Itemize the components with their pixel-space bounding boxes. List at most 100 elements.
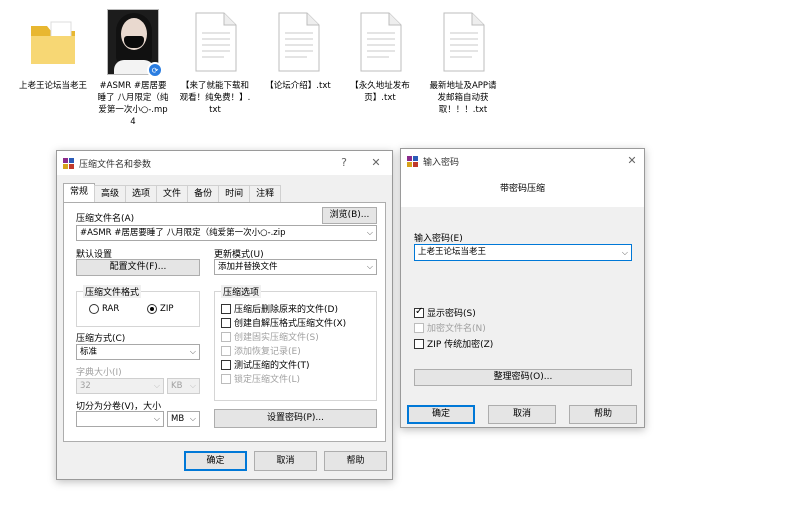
update-mode-select[interactable]: 添加并替换文件 ⌵: [214, 259, 377, 275]
archive-name-value: #ASMR #居居要睡了 八月限定（纯爱第一次小○-.zip: [80, 228, 286, 238]
update-mode-value: 添加并替换文件: [218, 262, 278, 272]
encrypt-filenames-checkbox[interactable]: 加密文件名(N): [414, 321, 486, 334]
solid-archive-label: 创建固实压缩文件(S): [234, 333, 319, 343]
split-size-combobox[interactable]: ⌵: [76, 411, 164, 427]
chevron-down-icon: ⌵: [366, 262, 373, 271]
tab-backup[interactable]: 备份: [187, 185, 220, 202]
chevron-down-icon: ⌵: [621, 248, 628, 257]
dictionary-size-select[interactable]: 32 ⌵: [76, 378, 164, 394]
compression-method-value: 标准: [80, 347, 98, 357]
text-file-icon: [360, 12, 402, 72]
create-sfx-label: 创建自解压格式压缩文件(X): [234, 319, 347, 329]
text-file-icon-wrap: [438, 8, 488, 76]
cancel-button[interactable]: 取消: [488, 405, 556, 424]
recovery-record-checkbox[interactable]: 添加恢复记录(E): [221, 344, 301, 357]
winrar-icon: [63, 157, 74, 169]
help-button[interactable]: 帮助: [324, 451, 387, 471]
delete-after-checkbox[interactable]: 压缩后删除原来的文件(D): [221, 302, 338, 315]
archive-options-group: 压缩选项 压缩后删除原来的文件(D) 创建自解压格式压缩文件(X) 创建固实压缩…: [214, 285, 377, 401]
format-zip-radio[interactable]: ZIP: [147, 304, 173, 314]
dictionary-size-label: 字典大小(I): [76, 368, 122, 378]
zip-legacy-label: ZIP 传统加密(Z): [427, 340, 494, 350]
checkbox-box: [221, 331, 231, 342]
archive-name-combobox[interactable]: #ASMR #居居要睡了 八月限定（纯爱第一次小○-.zip ⌵: [76, 225, 377, 241]
tab-time[interactable]: 时间: [218, 185, 251, 202]
password-value: 上老王论坛当老王: [418, 247, 487, 257]
desktop-icon-txt-3[interactable]: 【永久地址发布页】.txt: [343, 8, 417, 104]
checkbox-box: [221, 303, 231, 314]
dictionary-size-value: 32: [80, 381, 91, 391]
text-file-icon-wrap: [273, 8, 323, 76]
archive-dialog: 压缩文件名和参数 ? ✕ 常规 高级 选项 文件 备份 时间 注释 压缩文件名(…: [56, 150, 393, 480]
show-password-checkbox[interactable]: 显示密码(S): [414, 306, 476, 319]
cancel-button[interactable]: 取消: [254, 451, 317, 471]
archive-format-title: 压缩文件格式: [83, 285, 142, 298]
organize-passwords-button[interactable]: 整理密码(O)...: [414, 369, 632, 386]
archive-name-label: 压缩文件名(A): [76, 214, 135, 224]
desktop-icon-txt-2[interactable]: 【论坛介绍】.txt: [261, 8, 335, 92]
checkbox-box: [414, 338, 424, 349]
desktop-icon-label: #ASMR #居居要睡了 八月限定（纯爱第一次小○-.mp4: [97, 81, 169, 127]
help-icon[interactable]: ?: [335, 155, 353, 171]
tab-files[interactable]: 文件: [156, 185, 189, 202]
archive-dialog-titlebar[interactable]: 压缩文件名和参数 ? ✕: [57, 151, 392, 175]
compression-method-select[interactable]: 标准 ⌵: [76, 344, 200, 360]
ok-button[interactable]: 确定: [184, 451, 247, 471]
ok-button[interactable]: 确定: [407, 405, 475, 424]
close-icon[interactable]: ✕: [623, 153, 641, 169]
zip-legacy-checkbox[interactable]: ZIP 传统加密(Z): [414, 337, 493, 350]
text-file-icon: [195, 12, 237, 72]
desktop-icon-label: 【论坛介绍】.txt: [265, 81, 331, 91]
winrar-icon: [407, 155, 418, 167]
desktop-icon-video[interactable]: ⟳ #ASMR #居居要睡了 八月限定（纯爱第一次小○-.mp4: [96, 8, 170, 128]
desktop-icon-txt-4[interactable]: 最新地址及APP请发邮箱自动获取！！！.txt: [426, 8, 500, 116]
format-rar-radio[interactable]: RAR: [89, 304, 119, 314]
tab-advanced[interactable]: 高级: [94, 185, 127, 202]
tab-options[interactable]: 选项: [125, 185, 158, 202]
text-file-icon-wrap: [355, 8, 405, 76]
archive-tabs: 常规 高级 选项 文件 备份 时间 注释: [63, 183, 282, 202]
desktop-icon-label: 【来了就能下载和观看！纯免费！】.txt: [179, 81, 251, 115]
format-zip-label: ZIP: [160, 304, 174, 314]
folder-icon-wrap: [25, 8, 81, 76]
dictionary-unit-select[interactable]: KB ⌵: [167, 378, 200, 394]
radio-indicator: [89, 304, 99, 314]
split-unit-value: MB: [171, 414, 185, 424]
password-dialog-title: 输入密码: [423, 157, 460, 168]
checkbox-box: [221, 345, 231, 356]
help-button[interactable]: 帮助: [569, 405, 637, 424]
tab-comment[interactable]: 注释: [249, 185, 282, 202]
profiles-button[interactable]: 配置文件(F)...: [76, 259, 200, 276]
sync-icon: ⟳: [147, 62, 163, 78]
checkbox-box: [221, 317, 231, 328]
chevron-down-icon: ⌵: [189, 414, 196, 423]
compression-method-label: 压缩方式(C): [76, 334, 126, 344]
password-dialog-header: 带密码压缩: [401, 173, 644, 207]
radio-indicator-selected: [147, 304, 157, 314]
browse-button[interactable]: 浏览(B)...: [322, 207, 377, 224]
text-file-icon: [443, 12, 485, 72]
desktop-icon-label: 上老王论坛当老王: [18, 81, 87, 91]
close-icon[interactable]: ✕: [367, 155, 385, 171]
solid-archive-checkbox[interactable]: 创建固实压缩文件(S): [221, 330, 319, 343]
tab-general[interactable]: 常规: [63, 183, 96, 202]
chevron-down-icon: ⌵: [153, 381, 160, 390]
desktop-icon-folder[interactable]: 上老王论坛当老王: [16, 8, 90, 92]
password-input[interactable]: 上老王论坛当老王 ⌵: [414, 244, 632, 261]
encrypt-filenames-label: 加密文件名(N): [427, 324, 486, 334]
split-unit-select[interactable]: MB ⌵: [167, 411, 200, 427]
text-file-icon-wrap: [190, 8, 240, 76]
desktop-icon-txt-1[interactable]: 【来了就能下载和观看！纯免费！】.txt: [178, 8, 252, 116]
password-dialog-titlebar[interactable]: 输入密码 ✕: [401, 149, 644, 173]
lock-archive-label: 锁定压缩文件(L): [234, 375, 301, 385]
checkbox-box: [221, 359, 231, 370]
checkbox-box-checked: [414, 306, 424, 318]
create-sfx-checkbox[interactable]: 创建自解压格式压缩文件(X): [221, 316, 346, 329]
format-rar-label: RAR: [102, 304, 120, 314]
password-header-text: 带密码压缩: [500, 184, 546, 194]
set-password-button[interactable]: 设置密码(P)...: [214, 409, 377, 428]
general-tab-panel: 压缩文件名(A) 浏览(B)... #ASMR #居居要睡了 八月限定（纯爱第一…: [63, 202, 386, 442]
lock-archive-checkbox[interactable]: 锁定压缩文件(L): [221, 372, 300, 385]
test-archive-label: 测试压缩的文件(T): [234, 361, 310, 371]
test-archive-checkbox[interactable]: 测试压缩的文件(T): [221, 358, 310, 371]
